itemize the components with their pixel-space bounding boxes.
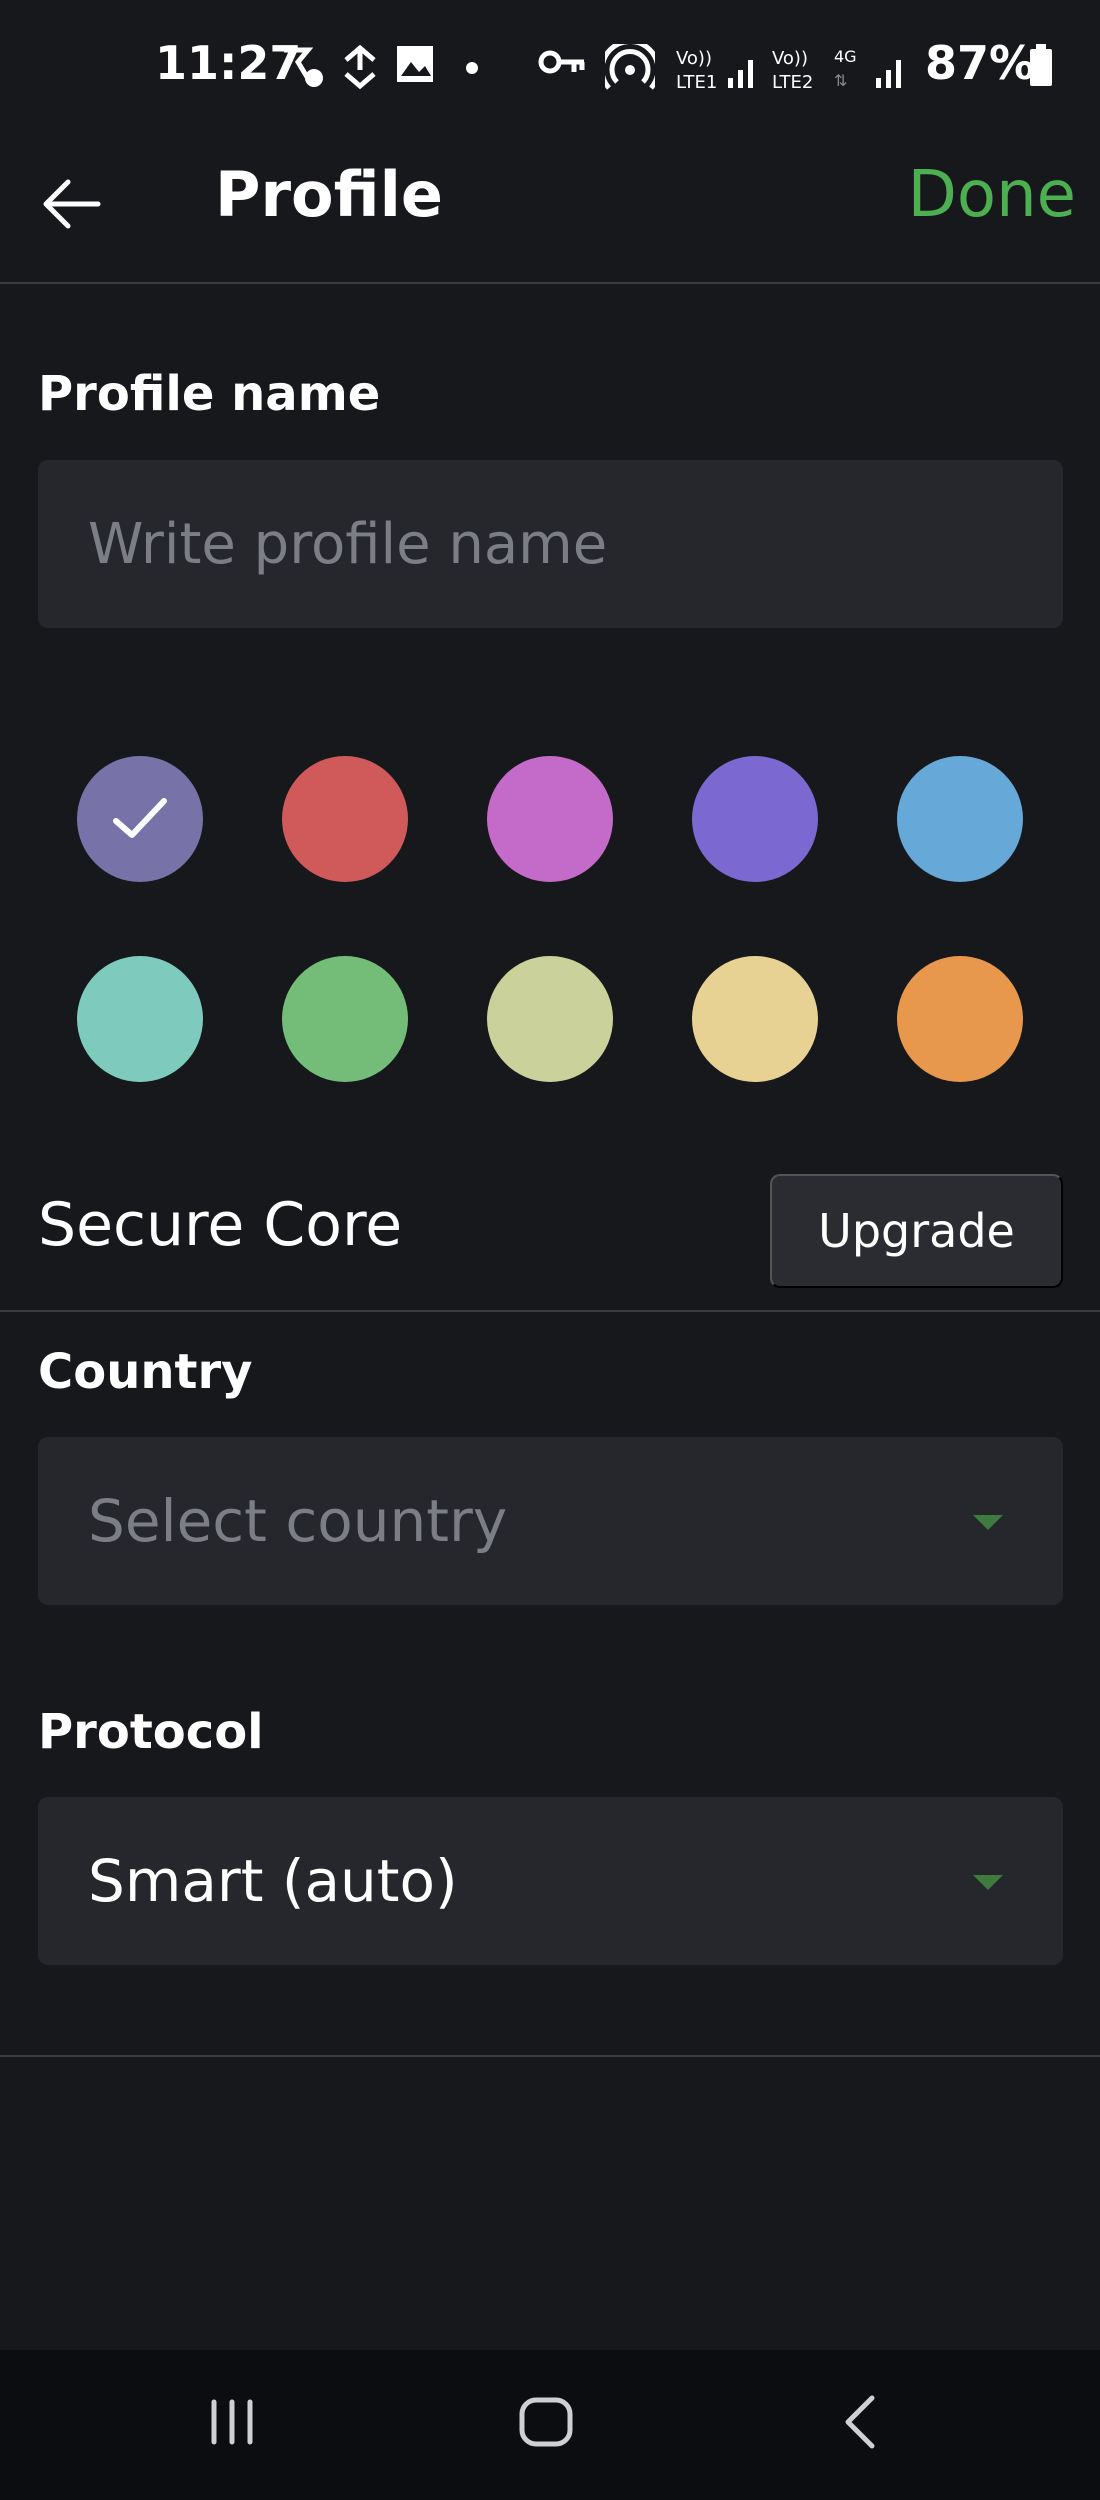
svg-text:⇅: ⇅ bbox=[834, 71, 847, 90]
protocol-label: Protocol bbox=[38, 1704, 264, 1760]
color-swatch-selected[interactable] bbox=[77, 756, 203, 882]
volte2-4g-signal-icon: Vo)) LTE2 4G ⇅ bbox=[772, 44, 912, 96]
done-button[interactable]: Done bbox=[908, 158, 1076, 232]
system-nav-bar bbox=[0, 2350, 1100, 2500]
svg-text:Vo)): Vo)) bbox=[676, 48, 712, 69]
country-label: Country bbox=[38, 1344, 253, 1400]
toolbar-divider bbox=[0, 282, 1100, 284]
color-swatch[interactable] bbox=[487, 756, 613, 882]
hotspot-icon bbox=[599, 38, 661, 94]
checkmark-icon bbox=[113, 798, 167, 838]
svg-text:Vo)): Vo)) bbox=[772, 48, 808, 69]
back-icon bbox=[845, 2395, 875, 2449]
volte1-signal-icon: Vo)) LTE1 bbox=[676, 44, 764, 96]
call-forward-icon bbox=[280, 44, 326, 94]
color-swatch[interactable] bbox=[692, 756, 818, 882]
secure-core-label: Secure Core bbox=[38, 1190, 403, 1260]
color-swatch[interactable] bbox=[77, 956, 203, 1082]
color-swatch[interactable] bbox=[897, 756, 1023, 882]
battery-icon bbox=[1030, 44, 1052, 90]
svg-text:4G: 4G bbox=[834, 47, 857, 66]
svg-text:LTE2: LTE2 bbox=[772, 72, 813, 92]
battery-percent: 87% bbox=[925, 36, 1036, 90]
arrow-left-icon bbox=[43, 179, 101, 229]
color-swatch[interactable] bbox=[282, 756, 408, 882]
vpn-key-icon bbox=[538, 44, 586, 84]
page-title: Profile bbox=[215, 158, 443, 231]
system-back-button[interactable] bbox=[830, 2390, 894, 2458]
color-swatch[interactable] bbox=[282, 956, 408, 1082]
recent-apps-button[interactable] bbox=[200, 2390, 264, 2458]
country-select[interactable]: Select country bbox=[38, 1437, 1063, 1605]
back-button[interactable] bbox=[36, 168, 108, 240]
home-button[interactable] bbox=[514, 2390, 578, 2458]
protocol-select[interactable]: Smart (auto) bbox=[38, 1797, 1063, 1965]
status-bar: 11:27 Vo)) LTE1 Vo)) LTE2 4G ⇅ 87% bbox=[0, 0, 1100, 140]
toolbar: Profile Done bbox=[0, 140, 1100, 282]
profile-name-input[interactable] bbox=[38, 460, 1063, 628]
protocol-select-value: Smart (auto) bbox=[88, 1847, 458, 1915]
home-icon bbox=[519, 2397, 573, 2447]
upgrade-button[interactable]: Upgrade bbox=[770, 1174, 1063, 1288]
image-icon bbox=[395, 44, 435, 88]
svg-text:LTE1: LTE1 bbox=[676, 72, 717, 92]
color-swatch[interactable] bbox=[897, 956, 1023, 1082]
dropdown-caret-icon bbox=[973, 1875, 1003, 1890]
profile-name-label: Profile name bbox=[38, 366, 381, 422]
color-swatch[interactable] bbox=[487, 956, 613, 1082]
sync-icon bbox=[340, 44, 382, 94]
color-swatch[interactable] bbox=[692, 956, 818, 1082]
dropdown-caret-icon bbox=[973, 1515, 1003, 1530]
country-select-placeholder: Select country bbox=[88, 1487, 508, 1555]
protocol-divider bbox=[0, 2055, 1100, 2057]
secure-core-divider bbox=[0, 1310, 1100, 1312]
recent-apps-icon bbox=[211, 2399, 253, 2445]
dot-icon bbox=[465, 60, 479, 79]
